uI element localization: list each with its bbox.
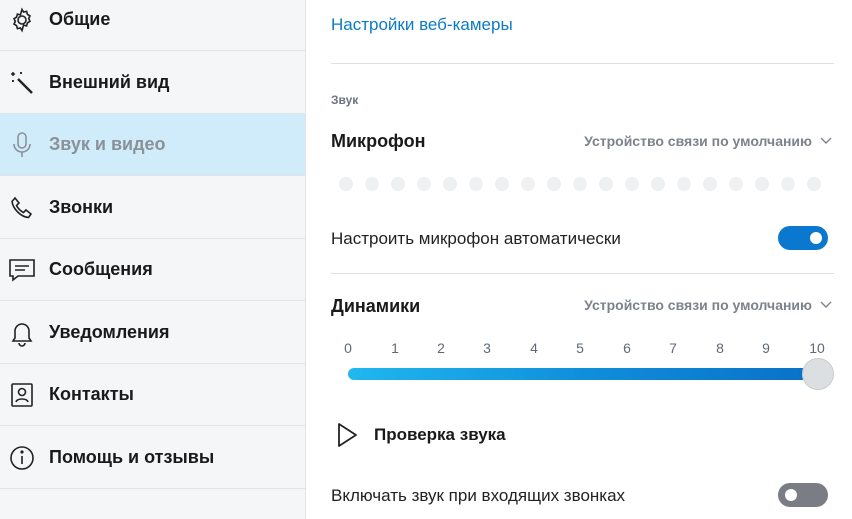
sidebar-item-label: Помощь и отзывы bbox=[49, 447, 215, 467]
level-dot bbox=[391, 177, 405, 191]
tick-label: 4 bbox=[530, 340, 538, 356]
level-dot bbox=[339, 177, 353, 191]
test-sound-button[interactable]: Проверка звука bbox=[336, 422, 506, 448]
magic-wand-icon bbox=[8, 69, 36, 97]
settings-sidebar: Общие Внешний вид Звук и видео Звонки Со… bbox=[0, 0, 306, 519]
speakers-heading: Динамики bbox=[331, 296, 421, 316]
divider bbox=[331, 273, 834, 274]
tick-label: 8 bbox=[716, 340, 724, 356]
level-dot bbox=[417, 177, 431, 191]
level-dot bbox=[443, 177, 457, 191]
microphone-heading: Микрофон bbox=[331, 131, 426, 151]
auto-adjust-microphone-toggle[interactable] bbox=[778, 226, 828, 250]
sidebar-item-contacts[interactable]: Контакты bbox=[0, 364, 305, 426]
gear-icon bbox=[8, 6, 36, 34]
sidebar-item-label: Общие bbox=[49, 9, 111, 29]
level-dot bbox=[365, 177, 379, 191]
sidebar-item-help[interactable]: Помощь и отзывы bbox=[0, 427, 305, 489]
chevron-down-icon bbox=[820, 137, 832, 144]
tick-label: 5 bbox=[576, 340, 584, 356]
auto-adjust-microphone-label: Настроить микрофон автоматически bbox=[331, 229, 621, 248]
microphone-level-meter bbox=[339, 177, 821, 191]
info-icon bbox=[8, 444, 36, 472]
microphone-device-value: Устройство связи по умолчанию bbox=[584, 133, 812, 149]
level-dot bbox=[573, 177, 587, 191]
divider bbox=[331, 63, 834, 64]
level-dot bbox=[703, 177, 717, 191]
sidebar-item-appearance[interactable]: Внешний вид bbox=[0, 52, 305, 114]
tick-label: 9 bbox=[762, 340, 770, 356]
sidebar-item-label: Сообщения bbox=[49, 259, 153, 279]
sidebar-item-general[interactable]: Общие bbox=[0, 0, 305, 51]
volume-slider-thumb[interactable] bbox=[802, 358, 834, 390]
sidebar-item-notifications[interactable]: Уведомления bbox=[0, 302, 305, 364]
tick-label: 6 bbox=[623, 340, 631, 356]
level-dot bbox=[625, 177, 639, 191]
level-dot bbox=[677, 177, 691, 191]
test-sound-label: Проверка звука bbox=[374, 425, 506, 444]
tick-label: 7 bbox=[669, 340, 677, 356]
tick-label: 0 bbox=[344, 340, 352, 356]
sidebar-item-label: Звонки bbox=[49, 197, 114, 217]
volume-slider-track[interactable] bbox=[348, 368, 818, 380]
level-dot bbox=[651, 177, 665, 191]
level-dot bbox=[729, 177, 743, 191]
volume-tick-labels: 0 1 2 3 4 5 6 7 8 9 10 bbox=[340, 340, 830, 360]
message-icon bbox=[8, 256, 36, 284]
incoming-calls-sound-label: Включать звук при входящих звонках bbox=[331, 486, 626, 505]
webcam-settings-link[interactable]: Настройки веб-камеры bbox=[331, 15, 513, 35]
incoming-calls-sound-toggle[interactable] bbox=[778, 483, 828, 507]
sidebar-item-calls[interactable]: Звонки bbox=[0, 177, 305, 239]
contacts-icon bbox=[8, 381, 36, 409]
microphone-icon bbox=[8, 131, 36, 159]
sidebar-item-label: Контакты bbox=[49, 384, 134, 404]
microphone-device-select[interactable]: Устройство связи по умолчанию bbox=[584, 133, 832, 149]
bell-icon bbox=[8, 319, 36, 347]
tick-label: 3 bbox=[483, 340, 491, 356]
level-dot bbox=[781, 177, 795, 191]
level-dot bbox=[599, 177, 613, 191]
speakers-device-select[interactable]: Устройство связи по умолчанию bbox=[584, 297, 832, 313]
tick-label: 1 bbox=[391, 340, 399, 356]
tick-label: 10 bbox=[809, 340, 825, 356]
toggle-knob bbox=[810, 232, 822, 244]
level-dot bbox=[547, 177, 561, 191]
sidebar-item-messages[interactable]: Сообщения bbox=[0, 239, 305, 301]
sidebar-item-label: Звук и видео bbox=[49, 134, 166, 154]
sidebar-item-label: Внешний вид bbox=[49, 72, 170, 92]
sidebar-item-label: Уведомления bbox=[49, 322, 170, 342]
toggle-knob bbox=[785, 489, 797, 501]
tick-label: 2 bbox=[437, 340, 445, 356]
chevron-down-icon bbox=[820, 301, 832, 308]
level-dot bbox=[807, 177, 821, 191]
level-dot bbox=[521, 177, 535, 191]
level-dot bbox=[469, 177, 483, 191]
play-icon bbox=[338, 423, 357, 447]
level-dot bbox=[495, 177, 509, 191]
section-label-sound: Звук bbox=[331, 93, 359, 107]
speakers-device-value: Устройство связи по умолчанию bbox=[584, 297, 812, 313]
phone-icon bbox=[8, 194, 36, 222]
level-dot bbox=[755, 177, 769, 191]
sidebar-item-audio-video[interactable]: Звук и видео bbox=[0, 114, 305, 176]
